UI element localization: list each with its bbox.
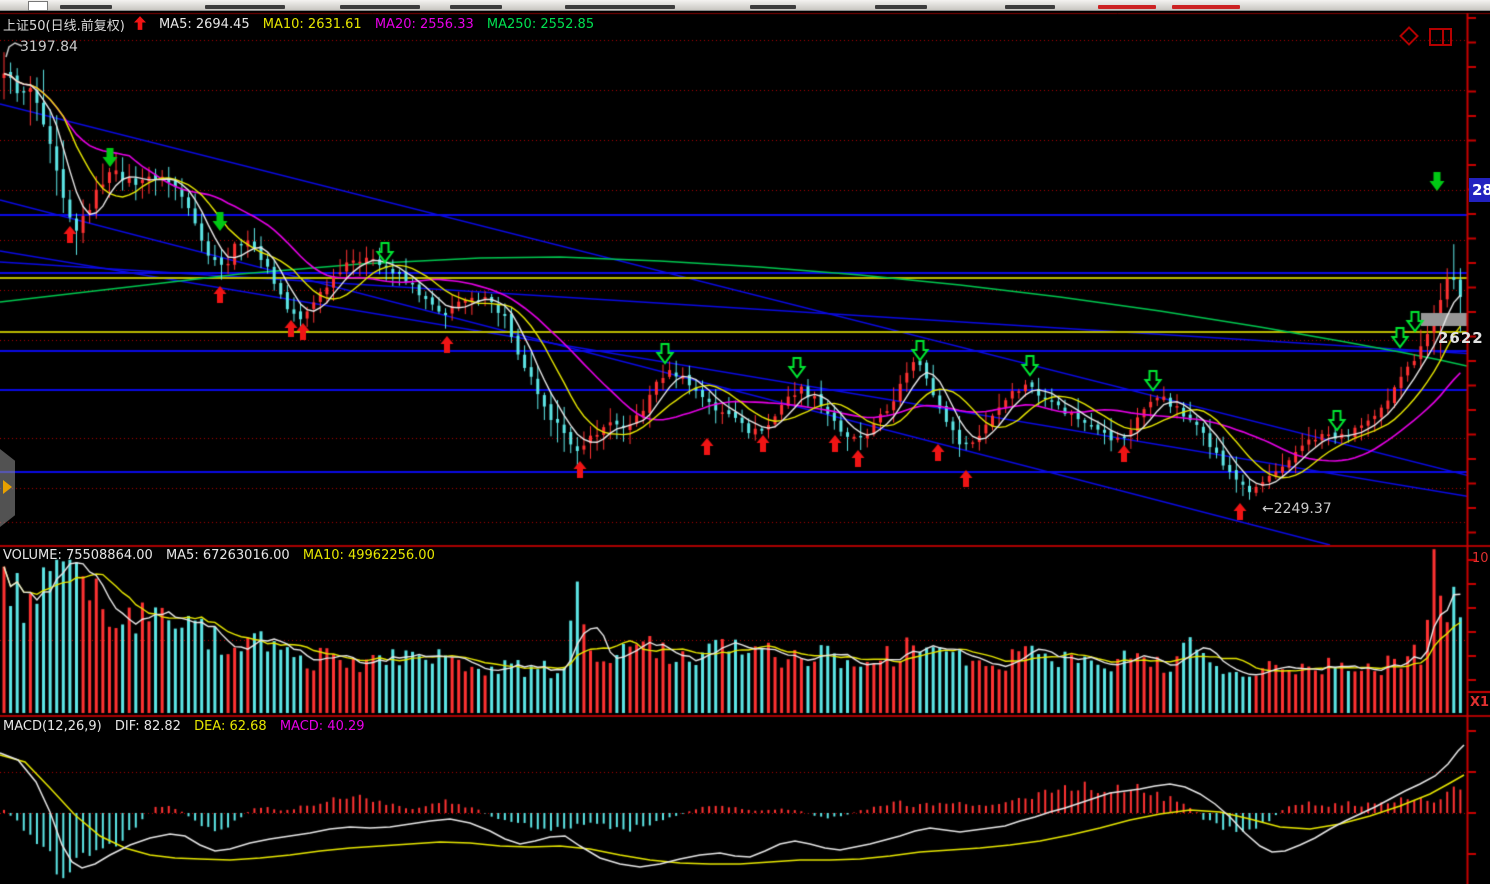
- scale-multiplier-label: X1: [1470, 695, 1489, 710]
- chart-title: 上证50(日线.前复权): [3, 19, 125, 34]
- chart-canvas[interactable]: [0, 0, 1490, 884]
- menu-item-remnant-red: [1172, 5, 1240, 9]
- volume-axis-label: 10: [1472, 551, 1489, 566]
- macd-dif-label: DIF: 82.82: [115, 719, 181, 734]
- ma10-label: MA10: 2631.61: [263, 17, 362, 32]
- low-price-label: ←2249.37: [1262, 501, 1332, 517]
- trading-app-window: 上证50(日线.前复权) MA5: 2694.45 MA10: 2631.61 …: [0, 0, 1490, 884]
- volume-ma5-label: MA5: 67263016.00: [166, 548, 290, 563]
- macd-hist-label: MACD: 40.29: [280, 719, 365, 734]
- menu-item-remnant: [565, 5, 675, 9]
- menu-item-remnant: [1005, 5, 1055, 9]
- last-price-label: 2622: [1438, 329, 1488, 347]
- left-arrow-icon: ←: [1262, 501, 1274, 517]
- macd-title: MACD(12,26,9): [3, 719, 102, 734]
- menu-item-remnant-red: [1098, 5, 1156, 9]
- ma250-label: MA250: 2552.85: [487, 17, 594, 32]
- right-axis-price-badge: 28: [1469, 178, 1490, 202]
- menu-item-remnant: [340, 5, 420, 9]
- expand-right-icon: [3, 480, 12, 494]
- diamond-icon[interactable]: [1398, 25, 1420, 51]
- sidebar-expand-handle[interactable]: [0, 449, 15, 527]
- menu-item-remnant: [450, 5, 502, 9]
- ma5-label: MA5: 2694.45: [159, 17, 250, 32]
- menu-item-remnant: [205, 5, 285, 9]
- menu-bar[interactable]: [0, 0, 1490, 11]
- menu-item-remnant: [60, 5, 112, 9]
- macd-dea-label: DEA: 62.68: [194, 719, 267, 734]
- high-price-label: 3197.84: [20, 39, 78, 55]
- macd-header: MACD(12,26,9) DIF: 82.82 DEA: 62.68 MACD…: [3, 719, 374, 734]
- menu-item-remnant: [750, 5, 796, 9]
- volume-label: VOLUME: 75508864.00: [3, 548, 153, 563]
- volume-ma10-label: MA10: 49962256.00: [303, 548, 435, 563]
- pane-controls: [1398, 25, 1457, 51]
- volume-header: VOLUME: 75508864.00 MA5: 67263016.00 MA1…: [3, 548, 444, 563]
- split-window-icon[interactable]: [1429, 27, 1453, 51]
- ma20-label: MA20: 2556.33: [375, 17, 474, 32]
- menu-item-remnant: [875, 5, 927, 9]
- up-arrow-icon: [134, 19, 146, 34]
- main-chart-header: 上证50(日线.前复权) MA5: 2694.45 MA10: 2631.61 …: [3, 15, 603, 34]
- menu-app-icon: [28, 1, 48, 11]
